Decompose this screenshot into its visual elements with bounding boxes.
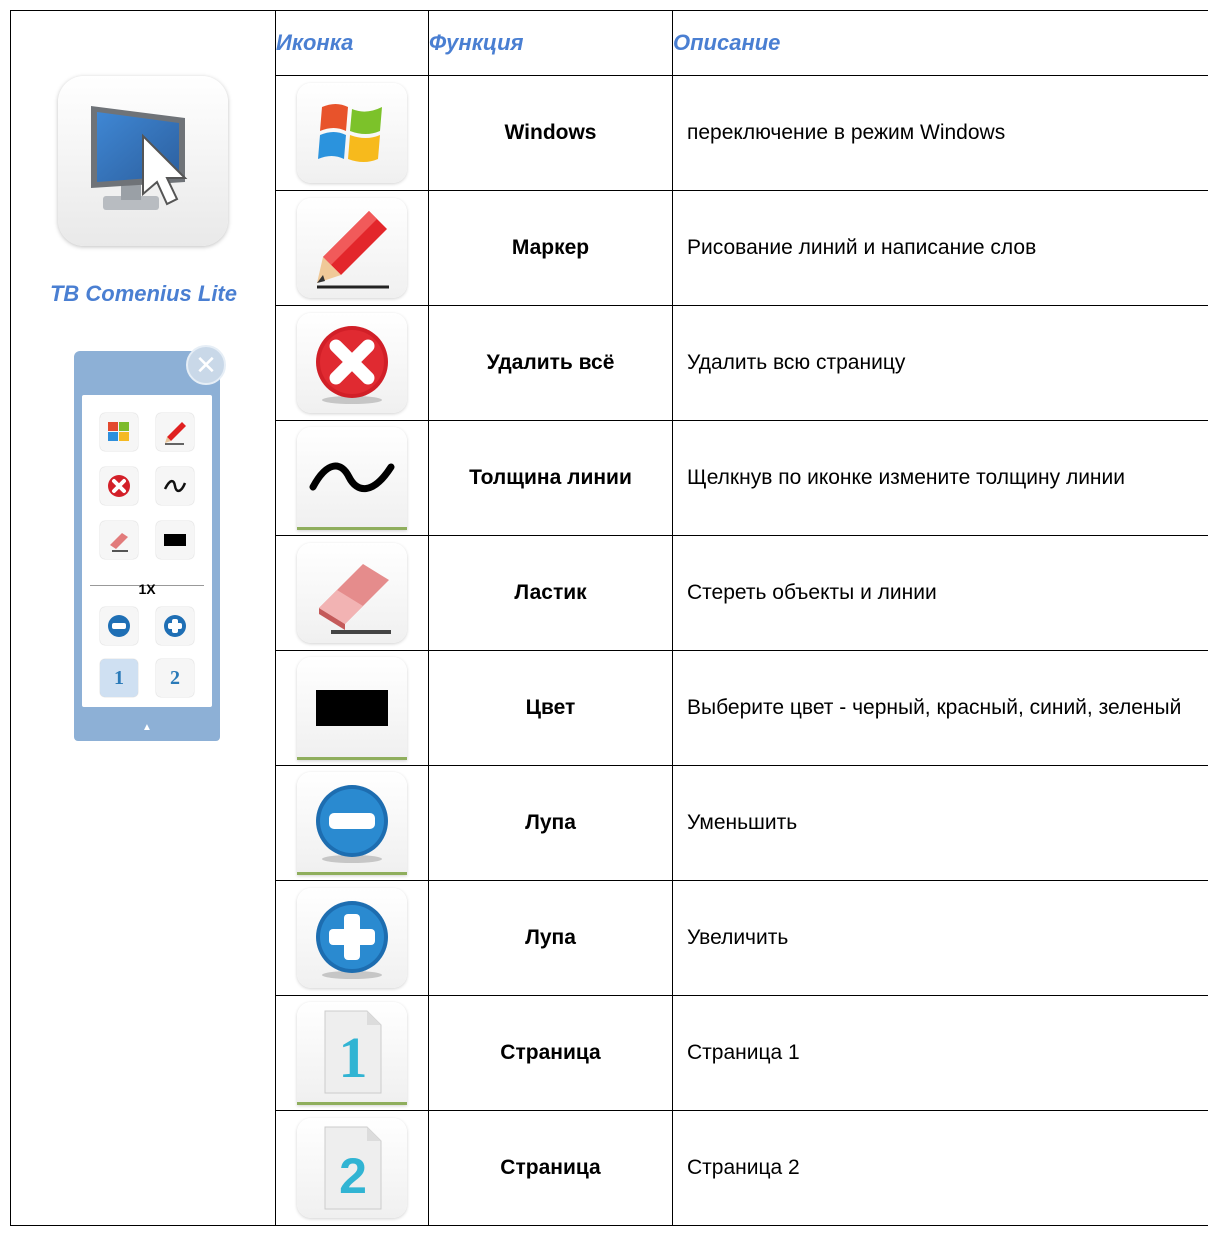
delete-all-icon: [297, 313, 407, 413]
zoom-level: 1X: [138, 581, 156, 597]
icon-cell: [275, 420, 429, 536]
line-thickness-icon: [297, 426, 407, 530]
delete-all-icon: [108, 475, 130, 497]
collapse-toolbar-icon[interactable]: ▲: [74, 722, 220, 733]
function-description: Уменьшить: [672, 765, 1208, 881]
page-1-icon: 1: [297, 1001, 407, 1105]
icon-cell: [275, 650, 429, 766]
zoom-out-icon: [297, 771, 407, 875]
function-name: Лупа: [428, 765, 673, 881]
zoom-out-icon: [108, 615, 130, 637]
function-description: Увеличить: [672, 880, 1208, 996]
icon-cell: [275, 535, 429, 651]
zoom-in-icon: [297, 888, 407, 988]
icon-cell: [275, 190, 429, 306]
toolbar-zoom-in-button[interactable]: [156, 607, 194, 645]
toolbar-panel: 1X 1 2: [82, 395, 212, 707]
column-header-function: Функция: [428, 10, 673, 76]
function-name: Толщина линии: [428, 420, 673, 536]
function-name: Лупа: [428, 880, 673, 996]
toolbar-line-thickness-button[interactable]: [156, 467, 194, 505]
icon-cell: [275, 75, 429, 191]
comenius-toolbar: ✕ 1X 1 2 ▲: [74, 345, 226, 741]
line-thickness-icon: [163, 479, 187, 493]
windows-icon: [297, 83, 407, 183]
page-2-label: 2: [170, 666, 180, 689]
toolbar-windows-button[interactable]: [100, 413, 138, 451]
icon-cell: 2: [275, 1110, 429, 1226]
function-name: Страница: [428, 995, 673, 1111]
column-header-icon: Иконка: [275, 10, 429, 76]
page-1-number: 1: [339, 1025, 368, 1090]
page-2-number: 2: [339, 1148, 367, 1204]
app-overview-cell: TB Comenius Lite ✕ 1X 1 2 ▲: [10, 10, 276, 1226]
toolbar-marker-button[interactable]: [156, 413, 194, 451]
function-name: Удалить всё: [428, 305, 673, 421]
icon-cell: [275, 305, 429, 421]
column-header-description: Описание: [672, 10, 1208, 76]
function-description: переключение в режим Windows: [672, 75, 1208, 191]
function-name: Цвет: [428, 650, 673, 766]
eraser-icon: [110, 533, 128, 552]
icon-cell: [275, 880, 429, 996]
function-description: Удалить всю страницу: [672, 305, 1208, 421]
comenius-app-icon: [58, 76, 228, 246]
function-description: Страница 2: [672, 1110, 1208, 1226]
function-name: Маркер: [428, 190, 673, 306]
marker-icon: [297, 198, 407, 298]
function-name: Страница: [428, 1110, 673, 1226]
color-icon: [297, 656, 407, 760]
toolbar-page-2-button[interactable]: 2: [156, 659, 194, 697]
toolbar-eraser-button[interactable]: [100, 521, 138, 559]
zoom-in-icon: [164, 615, 186, 637]
toolbar-zoom-out-button[interactable]: [100, 607, 138, 645]
page-1-label: 1: [114, 666, 124, 689]
header-row: TB Comenius Lite ✕ 1X 1 2 ▲ Иконка Функц…: [10, 10, 1208, 1226]
function-description: Щелкнув по иконке измените толщину линии: [672, 420, 1208, 536]
function-name: Windows: [428, 75, 673, 191]
toolbar-page-1-button[interactable]: 1: [100, 659, 138, 697]
page-2-icon: 2: [297, 1118, 407, 1218]
close-icon[interactable]: ✕: [186, 345, 226, 385]
toolbar-delete-all-button[interactable]: [100, 467, 138, 505]
function-description: Страница 1: [672, 995, 1208, 1111]
function-name: Ластик: [428, 535, 673, 651]
app-name: TB Comenius Lite: [49, 281, 237, 306]
color-icon: [164, 534, 186, 546]
icon-cell: 1: [275, 995, 429, 1111]
toolbar-color-button[interactable]: [156, 521, 194, 559]
function-description: Выберите цвет - черный, красный, синий, …: [672, 650, 1208, 766]
marker-icon: [165, 422, 186, 445]
windows-icon: [108, 422, 129, 441]
icon-cell: [275, 765, 429, 881]
function-table: TB Comenius Lite ✕ 1X 1 2 ▲ Иконка Функц…: [10, 10, 1208, 1226]
function-description: Стереть объекты и линии: [672, 535, 1208, 651]
function-description: Рисование линий и написание слов: [672, 190, 1208, 306]
eraser-icon: [297, 543, 407, 643]
